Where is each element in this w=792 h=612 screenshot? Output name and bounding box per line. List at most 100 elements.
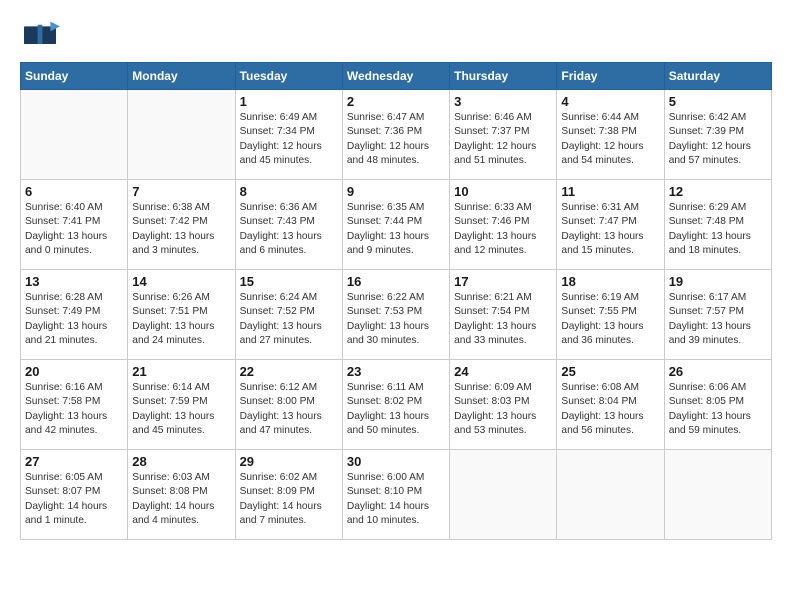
day-detail: Sunrise: 6:36 AM Sunset: 7:43 PM Dayligh… — [240, 201, 338, 258]
calendar-cell — [128, 90, 235, 180]
weekday-header-monday: Monday — [128, 63, 235, 90]
day-detail: Sunrise: 6:49 AM Sunset: 7:34 PM Dayligh… — [240, 111, 338, 168]
calendar-cell: 28Sunrise: 6:03 AM Sunset: 8:08 PM Dayli… — [128, 450, 235, 540]
calendar-cell: 14 Sunrise: 6:26 AM Sunset: 7:51 PM Dayli… — [128, 270, 235, 360]
day-number: 4 — [561, 94, 659, 109]
day-detail: Sunrise: 6:19 AM Sunset: 7:55 PM Dayligh… — [561, 291, 659, 348]
day-detail: Sunrise: 6:00 AM Sunset: 8:10 PM Dayligh… — [347, 471, 445, 528]
day-number: 17 — [454, 274, 552, 289]
day-number: 22 — [240, 364, 338, 379]
day-detail: Sunrise: 6:29 AM Sunset: 7:48 PM Dayligh… — [669, 201, 767, 258]
day-number: 11 — [561, 184, 659, 199]
calendar-cell: 20 Sunrise: 6:16 AM Sunset: 7:58 PM Dayli… — [21, 360, 128, 450]
day-number: 24 — [454, 364, 552, 379]
day-number: 9 — [347, 184, 445, 199]
logo — [20, 20, 64, 50]
day-detail: Sunrise: 6:21 AM Sunset: 7:54 PM Dayligh… — [454, 291, 552, 348]
calendar-cell — [450, 450, 557, 540]
day-number: 14 — [132, 274, 230, 289]
day-number: 13 — [25, 274, 123, 289]
calendar-cell — [21, 90, 128, 180]
calendar-table: SundayMondayTuesdayWednesdayThursdayFrid… — [20, 62, 772, 540]
day-number: 23 — [347, 364, 445, 379]
day-detail: Sunrise: 6:42 AM Sunset: 7:39 PM Dayligh… — [669, 111, 767, 168]
day-number: 29 — [240, 454, 338, 469]
day-detail: Sunrise: 6:05 AM Sunset: 8:07 PM Dayligh… — [25, 471, 123, 528]
week-row-2: 6Sunrise: 6:40 AM Sunset: 7:41 PM Daylig… — [21, 180, 772, 270]
weekday-header-wednesday: Wednesday — [342, 63, 449, 90]
calendar-cell: 21 Sunrise: 6:14 AM Sunset: 7:59 PM Dayli… — [128, 360, 235, 450]
calendar-cell: 5Sunrise: 6:42 AM Sunset: 7:39 PM Daylig… — [664, 90, 771, 180]
calendar-cell: 29 Sunrise: 6:02 AM Sunset: 8:09 PM Dayli… — [235, 450, 342, 540]
weekday-header-sunday: Sunday — [21, 63, 128, 90]
calendar-cell: 24 Sunrise: 6:09 AM Sunset: 8:03 PM Dayli… — [450, 360, 557, 450]
day-number: 21 — [132, 364, 230, 379]
calendar-cell: 7 Sunrise: 6:38 AM Sunset: 7:42 PM Daylig… — [128, 180, 235, 270]
day-number: 28 — [132, 454, 230, 469]
day-detail: Sunrise: 6:16 AM Sunset: 7:58 PM Dayligh… — [25, 381, 123, 438]
calendar-cell: 10 Sunrise: 6:33 AM Sunset: 7:46 PM Dayli… — [450, 180, 557, 270]
weekday-header-tuesday: Tuesday — [235, 63, 342, 90]
week-row-1: 1 Sunrise: 6:49 AM Sunset: 7:34 PM Daylig… — [21, 90, 772, 180]
calendar-cell: 11 Sunrise: 6:31 AM Sunset: 7:47 PM Dayli… — [557, 180, 664, 270]
day-number: 25 — [561, 364, 659, 379]
calendar-cell — [664, 450, 771, 540]
calendar-cell — [557, 450, 664, 540]
calendar-cell: 18 Sunrise: 6:19 AM Sunset: 7:55 PM Dayli… — [557, 270, 664, 360]
week-row-3: 13 Sunrise: 6:28 AM Sunset: 7:49 PM Dayli… — [21, 270, 772, 360]
day-number: 30 — [347, 454, 445, 469]
calendar-cell: 19Sunrise: 6:17 AM Sunset: 7:57 PM Dayli… — [664, 270, 771, 360]
day-detail: Sunrise: 6:22 AM Sunset: 7:53 PM Dayligh… — [347, 291, 445, 348]
calendar-cell: 16 Sunrise: 6:22 AM Sunset: 7:53 PM Dayli… — [342, 270, 449, 360]
day-number: 6 — [25, 184, 123, 199]
day-detail: Sunrise: 6:26 AM Sunset: 7:51 PM Dayligh… — [132, 291, 230, 348]
calendar-cell: 6Sunrise: 6:40 AM Sunset: 7:41 PM Daylig… — [21, 180, 128, 270]
day-detail: Sunrise: 6:47 AM Sunset: 7:36 PM Dayligh… — [347, 111, 445, 168]
day-number: 15 — [240, 274, 338, 289]
calendar-cell: 25Sunrise: 6:08 AM Sunset: 8:04 PM Dayli… — [557, 360, 664, 450]
calendar-cell: 8 Sunrise: 6:36 AM Sunset: 7:43 PM Daylig… — [235, 180, 342, 270]
logo-icon — [20, 20, 60, 48]
day-number: 20 — [25, 364, 123, 379]
day-detail: Sunrise: 6:28 AM Sunset: 7:49 PM Dayligh… — [25, 291, 123, 348]
week-row-5: 27 Sunrise: 6:05 AM Sunset: 8:07 PM Dayli… — [21, 450, 772, 540]
day-detail: Sunrise: 6:11 AM Sunset: 8:02 PM Dayligh… — [347, 381, 445, 438]
day-number: 3 — [454, 94, 552, 109]
day-number: 7 — [132, 184, 230, 199]
day-number: 1 — [240, 94, 338, 109]
calendar-cell: 26Sunrise: 6:06 AM Sunset: 8:05 PM Dayli… — [664, 360, 771, 450]
header — [20, 20, 772, 50]
day-detail: Sunrise: 6:12 AM Sunset: 8:00 PM Dayligh… — [240, 381, 338, 438]
day-detail: Sunrise: 6:24 AM Sunset: 7:52 PM Dayligh… — [240, 291, 338, 348]
day-detail: Sunrise: 6:31 AM Sunset: 7:47 PM Dayligh… — [561, 201, 659, 258]
calendar-cell: 12 Sunrise: 6:29 AM Sunset: 7:48 PM Dayli… — [664, 180, 771, 270]
day-detail: Sunrise: 6:46 AM Sunset: 7:37 PM Dayligh… — [454, 111, 552, 168]
day-detail: Sunrise: 6:33 AM Sunset: 7:46 PM Dayligh… — [454, 201, 552, 258]
calendar-cell: 9Sunrise: 6:35 AM Sunset: 7:44 PM Daylig… — [342, 180, 449, 270]
day-number: 2 — [347, 94, 445, 109]
calendar-cell: 4 Sunrise: 6:44 AM Sunset: 7:38 PM Daylig… — [557, 90, 664, 180]
week-row-4: 20 Sunrise: 6:16 AM Sunset: 7:58 PM Dayli… — [21, 360, 772, 450]
day-detail: Sunrise: 6:09 AM Sunset: 8:03 PM Dayligh… — [454, 381, 552, 438]
calendar-cell: 17 Sunrise: 6:21 AM Sunset: 7:54 PM Dayli… — [450, 270, 557, 360]
day-number: 8 — [240, 184, 338, 199]
calendar-cell: 1 Sunrise: 6:49 AM Sunset: 7:34 PM Daylig… — [235, 90, 342, 180]
day-number: 16 — [347, 274, 445, 289]
day-number: 10 — [454, 184, 552, 199]
day-number: 18 — [561, 274, 659, 289]
weekday-header-friday: Friday — [557, 63, 664, 90]
day-detail: Sunrise: 6:44 AM Sunset: 7:38 PM Dayligh… — [561, 111, 659, 168]
day-number: 12 — [669, 184, 767, 199]
day-detail: Sunrise: 6:17 AM Sunset: 7:57 PM Dayligh… — [669, 291, 767, 348]
day-detail: Sunrise: 6:02 AM Sunset: 8:09 PM Dayligh… — [240, 471, 338, 528]
weekday-header-saturday: Saturday — [664, 63, 771, 90]
calendar-cell: 13 Sunrise: 6:28 AM Sunset: 7:49 PM Dayli… — [21, 270, 128, 360]
day-number: 27 — [25, 454, 123, 469]
day-number: 26 — [669, 364, 767, 379]
day-detail: Sunrise: 6:14 AM Sunset: 7:59 PM Dayligh… — [132, 381, 230, 438]
weekday-header-row: SundayMondayTuesdayWednesdayThursdayFrid… — [21, 63, 772, 90]
calendar-cell: 30 Sunrise: 6:00 AM Sunset: 8:10 PM Dayli… — [342, 450, 449, 540]
day-detail: Sunrise: 6:38 AM Sunset: 7:42 PM Dayligh… — [132, 201, 230, 258]
calendar-cell: 3 Sunrise: 6:46 AM Sunset: 7:37 PM Daylig… — [450, 90, 557, 180]
calendar-cell: 2 Sunrise: 6:47 AM Sunset: 7:36 PM Daylig… — [342, 90, 449, 180]
